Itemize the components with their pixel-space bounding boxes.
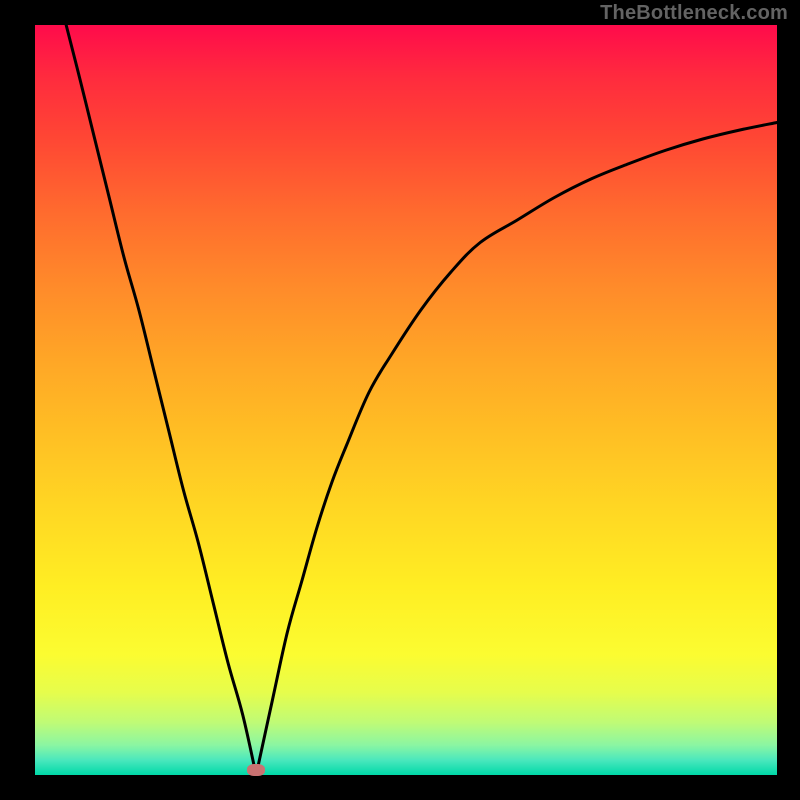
curve-left-branch — [66, 25, 256, 775]
watermark-text: TheBottleneck.com — [600, 2, 788, 25]
curve-right-branch — [256, 123, 777, 776]
chart-stage: TheBottleneck.com — [0, 0, 800, 800]
minimum-marker — [247, 764, 265, 776]
chart-curves — [0, 0, 800, 800]
